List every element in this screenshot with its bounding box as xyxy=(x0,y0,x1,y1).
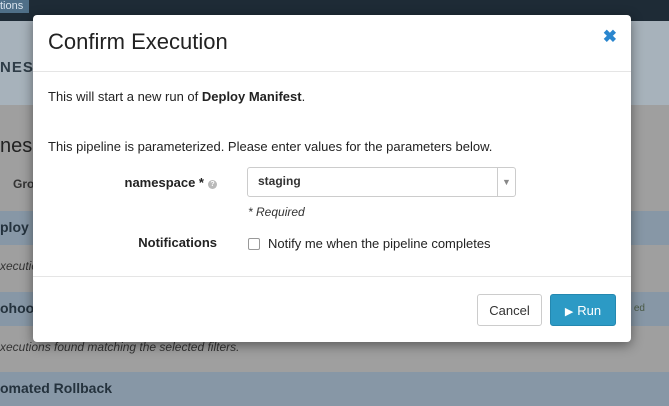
intro-suffix: . xyxy=(301,89,306,104)
intro-text: This will start a new run of Deploy Mani… xyxy=(48,89,305,104)
page-title: nes xyxy=(0,135,33,157)
pipeline-name-text: Deploy Manifest xyxy=(201,89,302,104)
modal-title: Confirm Execution xyxy=(48,29,228,54)
pipeline-name: ohoo xyxy=(0,300,35,316)
cancel-button[interactable]: Cancel xyxy=(477,294,542,326)
pipeline-status: ed xyxy=(633,303,645,314)
notifications-label: Notifications xyxy=(138,235,217,250)
confirm-execution-modal: Confirm Execution ✖ This will start a ne… xyxy=(33,15,631,342)
namespace-value: staging xyxy=(258,174,301,188)
close-icon[interactable]: ✖ xyxy=(603,27,617,47)
notify-checkbox-label[interactable]: Notify me when the pipeline completes xyxy=(268,236,491,251)
group-label: Gro xyxy=(13,177,35,191)
run-label: Run xyxy=(577,302,602,318)
namespace-label: namespace *? xyxy=(124,175,217,190)
namespace-label-text: namespace * xyxy=(124,175,205,190)
subheader-label: NES xyxy=(0,59,34,76)
namespace-select[interactable]: staging ▼ xyxy=(247,167,516,197)
pipeline-row: omated Rollback xyxy=(0,372,669,406)
required-hint: * Required xyxy=(248,205,305,219)
modal-header: Confirm Execution ✖ xyxy=(33,15,631,72)
modal-body: This will start a new run of Deploy Mani… xyxy=(33,72,631,276)
question-circle-icon[interactable]: ? xyxy=(208,180,217,189)
parameter-note: This pipeline is parameterized. Please e… xyxy=(48,139,493,154)
intro-prefix: This will start a new run of xyxy=(48,89,202,104)
caret-down-icon[interactable]: ▼ xyxy=(497,168,515,196)
run-button[interactable]: ▶ Run xyxy=(550,294,616,326)
modal-footer: Cancel ▶ Run xyxy=(33,276,631,343)
notify-checkbox[interactable] xyxy=(248,238,260,250)
nav-tab: tions xyxy=(0,0,30,13)
play-icon: ▶ xyxy=(564,305,574,318)
